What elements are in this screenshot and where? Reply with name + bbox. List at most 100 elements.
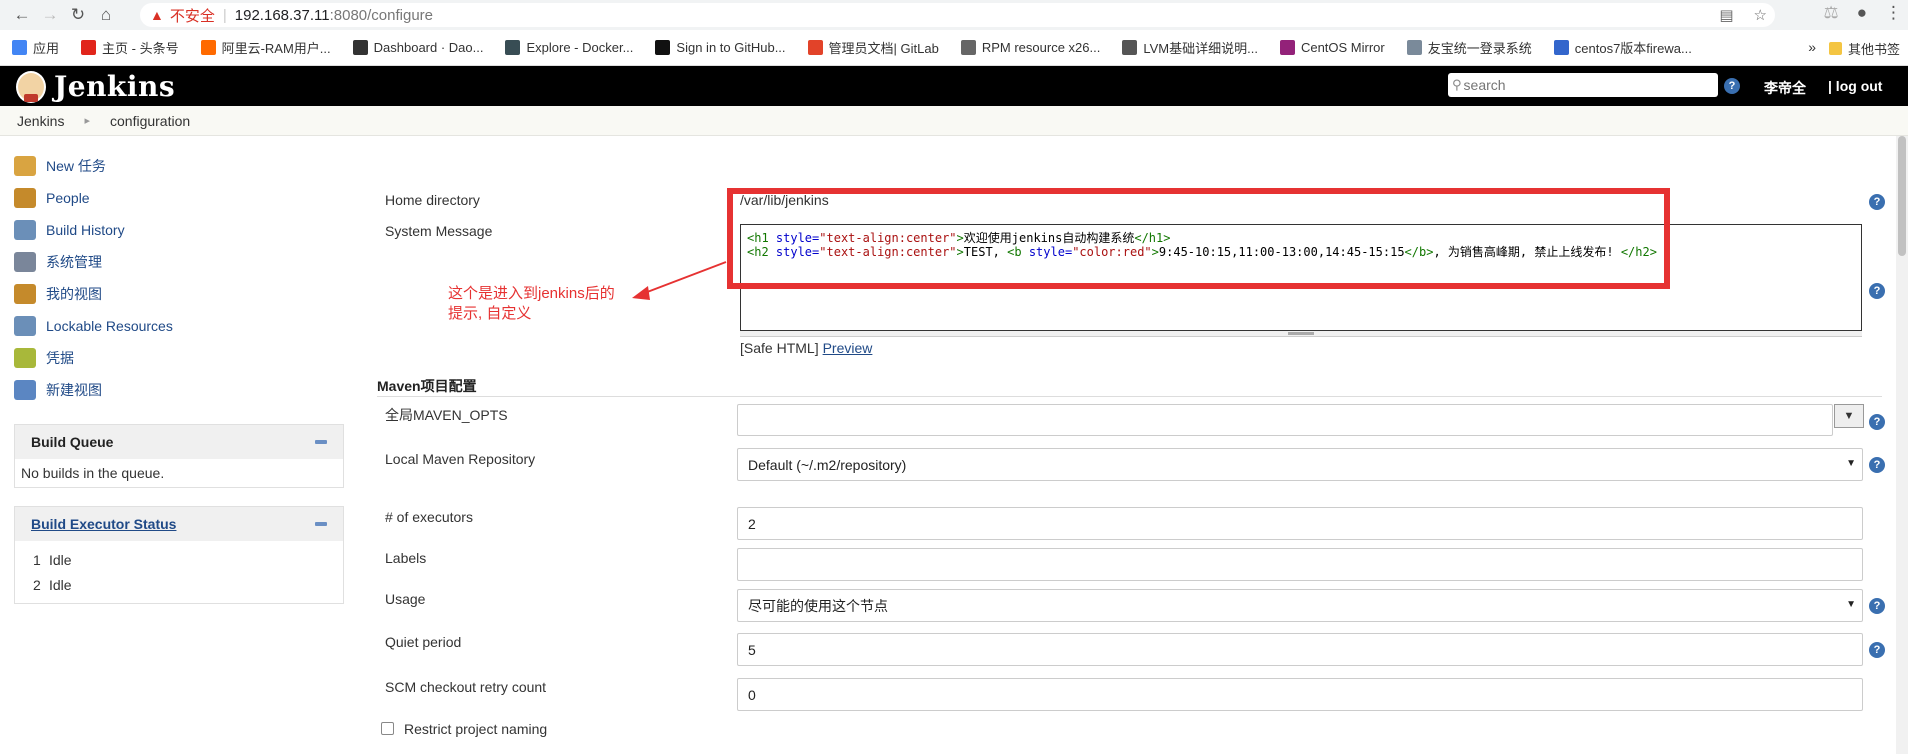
usage-select[interactable]: 尽可能的使用这个节点 ▼ xyxy=(737,589,1863,622)
help-icon[interactable]: ? xyxy=(1869,283,1885,299)
executor-number: 2 xyxy=(33,576,41,593)
bookmark-item[interactable]: Dashboard · Dao... xyxy=(352,40,483,55)
folder-icon xyxy=(1828,42,1842,55)
build-queue-header: Build Queue xyxy=(15,425,343,459)
chevron-down-icon: ▼ xyxy=(1846,599,1856,610)
labels-input[interactable] xyxy=(737,548,1863,581)
help-icon[interactable]: ? xyxy=(1869,194,1885,210)
sidebar-task[interactable]: 新建视图 xyxy=(14,374,344,406)
collapse-icon[interactable] xyxy=(315,522,327,526)
executor-number: 1 xyxy=(33,551,41,568)
people-icon xyxy=(14,188,36,208)
breadcrumb-jenkins[interactable]: Jenkins xyxy=(17,113,64,129)
build-queue-pane: Build Queue No builds in the queue. xyxy=(14,424,344,488)
jenkins-logo[interactable]: Jenkins xyxy=(16,70,175,103)
forward-icon[interactable]: → xyxy=(36,1,64,29)
bookmark-label: centos7版本firewa... xyxy=(1574,41,1692,56)
bookmark-favicon-icon xyxy=(505,40,521,55)
bookmark-item[interactable]: Sign in to GitHub... xyxy=(655,40,786,55)
sidebar-task[interactable]: 系统管理 xyxy=(14,246,344,278)
profile-icon[interactable]: ● xyxy=(1857,3,1867,23)
jenkins-header: Jenkins ⚲ ? 李帝全 | log out xyxy=(0,66,1908,106)
bookmark-item[interactable]: RPM resource x26... xyxy=(960,40,1101,55)
search-box[interactable]: ⚲ xyxy=(1448,73,1718,97)
bookmark-label: RPM resource x26... xyxy=(981,40,1101,55)
page-scrollbar[interactable] xyxy=(1896,136,1908,754)
bookmark-favicon-icon xyxy=(1553,40,1569,55)
bookmark-item[interactable]: 主页 - 头条号 xyxy=(81,38,179,57)
sidebar-task-label: 系统管理 xyxy=(46,254,102,270)
bookmark-item[interactable]: 阿里云-RAM用户... xyxy=(200,38,331,57)
quiet-period-input[interactable]: 5 xyxy=(737,633,1863,666)
new-item-icon xyxy=(14,156,36,176)
executor-header: Build Executor Status xyxy=(15,507,343,541)
sidebar-task[interactable]: 我的视图 xyxy=(14,278,344,310)
home-icon[interactable]: ⌂ xyxy=(92,1,120,29)
scm-retry-input[interactable]: 0 xyxy=(737,678,1863,711)
sidebar-task-label: Lockable Resources xyxy=(46,318,173,334)
annotation-arrow-icon xyxy=(632,261,727,300)
reload-icon[interactable]: ↻ xyxy=(64,1,92,29)
sidebar-task[interactable]: Build History xyxy=(14,214,344,246)
extension-icon[interactable]: ⚖ xyxy=(1823,3,1838,23)
breadcrumb-chevron-icon: ▸ xyxy=(84,115,90,127)
other-bookmarks-label: 其他书签 xyxy=(1847,42,1900,57)
bookmark-item[interactable]: LVM基础详细说明... xyxy=(1122,38,1258,57)
search-input[interactable] xyxy=(1463,77,1704,93)
help-icon[interactable]: ? xyxy=(1869,642,1885,658)
help-icon[interactable]: ? xyxy=(1869,457,1885,473)
help-icon[interactable]: ? xyxy=(1724,78,1740,94)
local-repo-label: Local Maven Repository xyxy=(385,451,536,467)
maven-opts-input[interactable] xyxy=(737,404,1833,436)
bookmark-item[interactable]: 应用 xyxy=(12,38,59,57)
bookmark-item[interactable]: 管理员文档| GitLab xyxy=(807,38,939,57)
bookmark-star-icon[interactable]: ☆ xyxy=(1754,6,1767,24)
logo-text: Jenkins xyxy=(54,70,176,103)
bookmark-favicon-icon xyxy=(1279,40,1295,55)
help-icon[interactable]: ? xyxy=(1869,598,1885,614)
sidebar-task[interactable]: Lockable Resources xyxy=(14,310,344,342)
breadcrumb-configuration[interactable]: configuration xyxy=(110,113,190,129)
address-bar[interactable]: ▲ 不安全 | 192.168.37.11:8080/configure ▤ ☆ xyxy=(140,3,1775,27)
bookmark-label: CentOS Mirror xyxy=(1300,40,1385,55)
url-path: :8080/configure xyxy=(329,6,434,24)
section-divider xyxy=(377,396,1882,397)
scm-retry-label: SCM checkout retry count xyxy=(385,679,547,695)
executor-title-link[interactable]: Build Executor Status xyxy=(31,516,176,532)
annotation-text: 这个是进入到jenkins后的 提示, 自定义 xyxy=(448,284,615,324)
back-icon[interactable]: ← xyxy=(8,1,36,29)
other-bookmarks[interactable]: 其他书签 xyxy=(1828,39,1900,58)
help-icon[interactable]: ? xyxy=(1869,414,1885,430)
sidebar-task[interactable]: New 任务 xyxy=(14,150,344,182)
safe-html-note: [Safe HTML] Preview xyxy=(740,340,872,356)
bookmark-label: LVM基础详细说明... xyxy=(1143,41,1258,56)
bookmark-label: 应用 xyxy=(33,41,60,56)
insecure-label: 不安全 xyxy=(169,7,215,25)
menu-icon[interactable]: ⋮ xyxy=(1885,3,1902,23)
user-name[interactable]: 李帝全 xyxy=(1764,78,1806,98)
bookmark-favicon-icon xyxy=(81,40,97,55)
sidebar-task[interactable]: 凭据 xyxy=(14,342,344,374)
restrict-naming-checkbox[interactable] xyxy=(381,722,394,735)
bookmark-favicon-icon xyxy=(807,40,823,55)
expand-textbox-button[interactable]: ▼ xyxy=(1834,404,1864,428)
build-history-icon xyxy=(14,220,36,240)
executors-input[interactable]: 2 xyxy=(737,507,1863,540)
annotation-line: 提示, 自定义 xyxy=(448,305,532,322)
browser-toolbar: ← → ↻ ⌂ ▲ 不安全 | 192.168.37.11:8080/confi… xyxy=(0,0,1908,30)
logout-link[interactable]: | log out xyxy=(1828,78,1882,94)
preview-link[interactable]: Preview xyxy=(823,340,873,356)
more-bookmarks-icon[interactable]: » xyxy=(1808,39,1816,55)
local-repo-select[interactable]: Default (~/.m2/repository) ▼ xyxy=(737,448,1863,481)
warning-icon: ▲ xyxy=(150,7,164,23)
bookmark-item[interactable]: centos7版本firewa... xyxy=(1553,38,1692,57)
collapse-icon[interactable] xyxy=(315,440,327,444)
bookmark-item[interactable]: Explore - Docker... xyxy=(505,40,633,55)
sidebar-task[interactable]: People xyxy=(14,182,344,214)
translate-icon[interactable]: ▤ xyxy=(1719,6,1733,24)
bookmark-item[interactable]: CentOS Mirror xyxy=(1279,40,1385,55)
build-queue-empty: No builds in the queue. xyxy=(21,465,165,481)
textarea-resize-handle[interactable] xyxy=(740,331,1862,337)
bookmark-item[interactable]: 友宝统一登录系统 xyxy=(1406,38,1532,57)
labels-label: Labels xyxy=(385,550,427,566)
